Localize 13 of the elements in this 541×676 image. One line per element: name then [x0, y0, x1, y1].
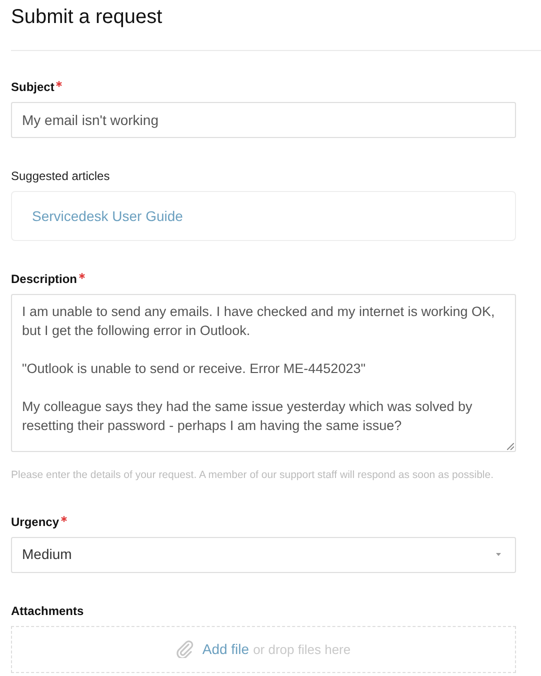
field-label: Urgency [11, 514, 60, 530]
subject-field[interactable]: My email isn't working [11, 102, 516, 138]
field-label: Suggested articles [11, 168, 110, 184]
field-label: Attachments [11, 602, 84, 619]
resize-handle-icon[interactable] [507, 443, 514, 450]
urgency-dropdown[interactable]: Medium [11, 536, 516, 573]
field-label: Description [11, 271, 78, 287]
hint-text: Please enter the details of your request. A member of our support staff will respond as soon as possible. [11, 468, 494, 483]
paperclip-icon [176, 640, 194, 658]
field-label: Subject [11, 79, 54, 95]
caret-icon [496, 553, 501, 556]
page-title: Submit a request [11, 5, 162, 30]
description-field[interactable]: I am unable to send any emails. I have checked and my internet is working OK, but I get the following error in Outlook. "Outlook is unable to send or receive. Error ME-4452023" My colleague says they had the same issue yesterday which was solved by resetting their password - perhaps I am having the same issue? [11, 294, 516, 452]
